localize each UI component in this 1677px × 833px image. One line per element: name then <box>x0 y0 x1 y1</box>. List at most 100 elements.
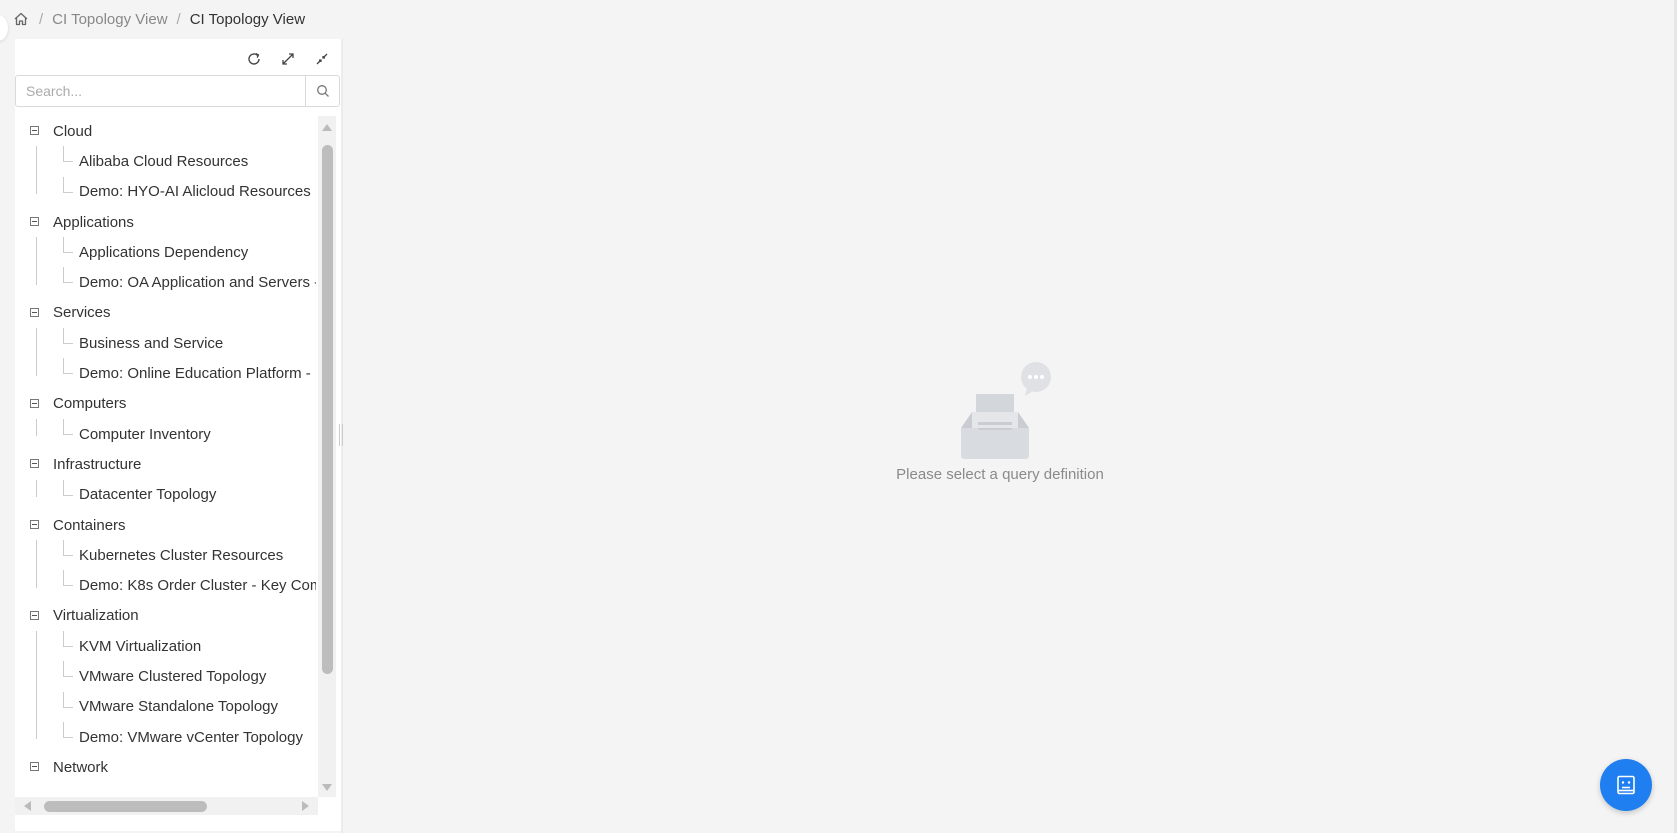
tree-branch-line <box>63 691 73 708</box>
tree-group-row[interactable]: Services <box>15 298 316 328</box>
tree-group-label: Infrastructure <box>53 455 142 473</box>
tree-item-label: Demo: VMware vCenter Topology <box>79 728 303 746</box>
tree-group: Virtualization KVM Virtualization VMware C… <box>15 601 316 752</box>
tree-group: Services Business and Service Demo: Online… <box>15 298 316 389</box>
refresh-icon[interactable] <box>240 45 268 73</box>
scroll-right-arrow[interactable] <box>302 801 309 811</box>
collapse-toggle-icon[interactable] <box>30 307 39 317</box>
panel-splitter[interactable] <box>339 39 343 833</box>
tree-branch-line <box>63 358 73 375</box>
scroll-down-arrow[interactable] <box>322 784 332 791</box>
home-icon[interactable] <box>12 10 30 28</box>
tree-item-label: Datacenter Topology <box>79 486 217 504</box>
tree-item[interactable]: Kubernetes Cluster Resources <box>15 540 316 570</box>
collapse-toggle-icon[interactable] <box>30 519 39 529</box>
tree-group: Computers Computer Inventory <box>15 389 316 450</box>
tree-item-label: KVM Virtualization <box>79 637 202 655</box>
empty-state-message: Please select a query definition <box>896 466 1104 483</box>
collapse-toggle-icon[interactable] <box>30 126 39 135</box>
tree-item-label: Computer Inventory <box>79 425 211 443</box>
tree-children: Alibaba Cloud Resources Demo: HYO-AI Alic… <box>15 146 316 207</box>
sidebar-toggle-handle[interactable] <box>0 15 8 41</box>
tree-branch-line <box>63 328 73 345</box>
collapse-toggle-icon[interactable] <box>30 459 39 469</box>
tree-children: Computer Inventory <box>15 418 316 449</box>
tree-group-row[interactable]: Network <box>15 752 316 782</box>
tree-group-label: Virtualization <box>53 607 139 625</box>
tree-item[interactable]: Computer Inventory <box>15 418 316 449</box>
tree-item[interactable]: VMware Standalone Topology <box>15 691 316 722</box>
tree-item-label: Applications Dependency <box>79 243 249 261</box>
breadcrumb-current: CI Topology View <box>189 10 306 28</box>
tree-branch-line <box>63 146 73 163</box>
tree-item-label: Kubernetes Cluster Resources <box>79 546 284 564</box>
assistant-button[interactable] <box>1600 759 1652 811</box>
tree-item[interactable]: Demo: K8s Order Cluster - Key Com <box>15 570 316 600</box>
tree-group-row[interactable]: Virtualization <box>15 601 316 631</box>
expand-icon[interactable] <box>274 45 302 73</box>
tree-group-row[interactable]: Containers <box>15 510 316 540</box>
tree-horizontal-scrollbar[interactable] <box>15 797 318 815</box>
tree-item[interactable]: Demo: OA Application and Servers - <box>15 267 316 297</box>
tree-group: Infrastructure Datacenter Topology <box>15 449 316 510</box>
search-icon[interactable] <box>305 76 339 106</box>
tree-item[interactable]: KVM Virtualization <box>15 631 316 661</box>
breadcrumb-link[interactable]: CI Topology View <box>52 11 167 28</box>
tree-branch-line <box>63 418 73 435</box>
collapse-icon[interactable] <box>308 45 336 73</box>
breadcrumb: / CI Topology View / CI Topology View <box>12 8 305 30</box>
tree-item[interactable]: Business and Service <box>15 328 316 358</box>
collapse-toggle-icon[interactable] <box>30 398 39 408</box>
scroll-up-arrow[interactable] <box>322 124 332 131</box>
tree-group: Network <box>15 752 316 782</box>
collapse-toggle-icon[interactable] <box>30 762 39 772</box>
tree-group: Containers Kubernetes Cluster Resources De… <box>15 510 316 601</box>
assistant-bot-icon <box>1617 775 1635 795</box>
splitter-grip[interactable] <box>339 424 343 446</box>
collapse-toggle-icon[interactable] <box>30 610 39 620</box>
tree-item-label: Alibaba Cloud Resources <box>79 152 249 170</box>
search-input[interactable] <box>16 76 305 106</box>
tree-branch-line <box>63 267 73 284</box>
tree-item-label: Demo: K8s Order Cluster - Key Com <box>79 577 316 595</box>
tree-item-label: VMware Standalone Topology <box>79 698 279 716</box>
tree-group-row[interactable]: Infrastructure <box>15 449 316 479</box>
tree-group-label: Containers <box>53 516 126 534</box>
query-tree: Cloud Alibaba Cloud Resources Demo: HYO-AI… <box>15 116 316 797</box>
tree-group-row[interactable]: Cloud <box>15 116 316 146</box>
scroll-left-arrow[interactable] <box>24 801 31 811</box>
tree-branch-line <box>63 631 73 648</box>
scrollbar-thumb[interactable] <box>322 145 333 674</box>
tree-item[interactable]: VMware Clustered Topology <box>15 661 316 691</box>
tree-group-row[interactable]: Computers <box>15 389 316 419</box>
empty-state: Please select a query definition <box>880 360 1120 483</box>
tree-branch-line <box>63 570 73 587</box>
tree-branch-line <box>63 237 73 254</box>
tree-children: KVM Virtualization VMware Clustered Topol… <box>15 631 316 752</box>
tree-children: Business and Service Demo: Online Educati… <box>15 328 316 389</box>
tree-group-row[interactable]: Applications <box>15 207 316 237</box>
tree-toolbar <box>240 45 342 73</box>
tree-branch-line <box>63 479 73 496</box>
breadcrumb-separator: / <box>176 10 181 28</box>
tree-item-label: VMware Clustered Topology <box>79 667 267 685</box>
tree-children: Applications Dependency Demo: OA Applicat… <box>15 237 316 298</box>
tree-item[interactable]: Demo: Online Education Platform - <box>15 358 316 388</box>
empty-inbox-icon <box>961 362 1051 459</box>
tree-item[interactable]: Datacenter Topology <box>15 479 316 510</box>
tree-item-label: Demo: Online Education Platform - <box>79 365 311 383</box>
tree-group: Cloud Alibaba Cloud Resources Demo: HYO-AI… <box>15 116 316 207</box>
tree-item[interactable]: Demo: VMware vCenter Topology <box>15 721 316 752</box>
tree-item[interactable]: Applications Dependency <box>15 237 316 267</box>
tree-vertical-scrollbar[interactable] <box>318 116 336 797</box>
tree-item[interactable]: Alibaba Cloud Resources <box>15 146 316 176</box>
tree-group-label: Computers <box>53 395 127 413</box>
tree-group-label: Services <box>53 304 111 322</box>
collapse-toggle-icon[interactable] <box>30 216 39 226</box>
search-field <box>15 75 340 107</box>
tree-item[interactable]: Demo: HYO-AI Alicloud Resources <box>15 176 316 207</box>
query-tree-panel: Cloud Alibaba Cloud Resources Demo: HYO-AI… <box>15 39 342 831</box>
scrollbar-thumb[interactable] <box>44 801 207 812</box>
tree-children: Datacenter Topology <box>15 479 316 510</box>
tree-branch-line <box>63 661 73 678</box>
